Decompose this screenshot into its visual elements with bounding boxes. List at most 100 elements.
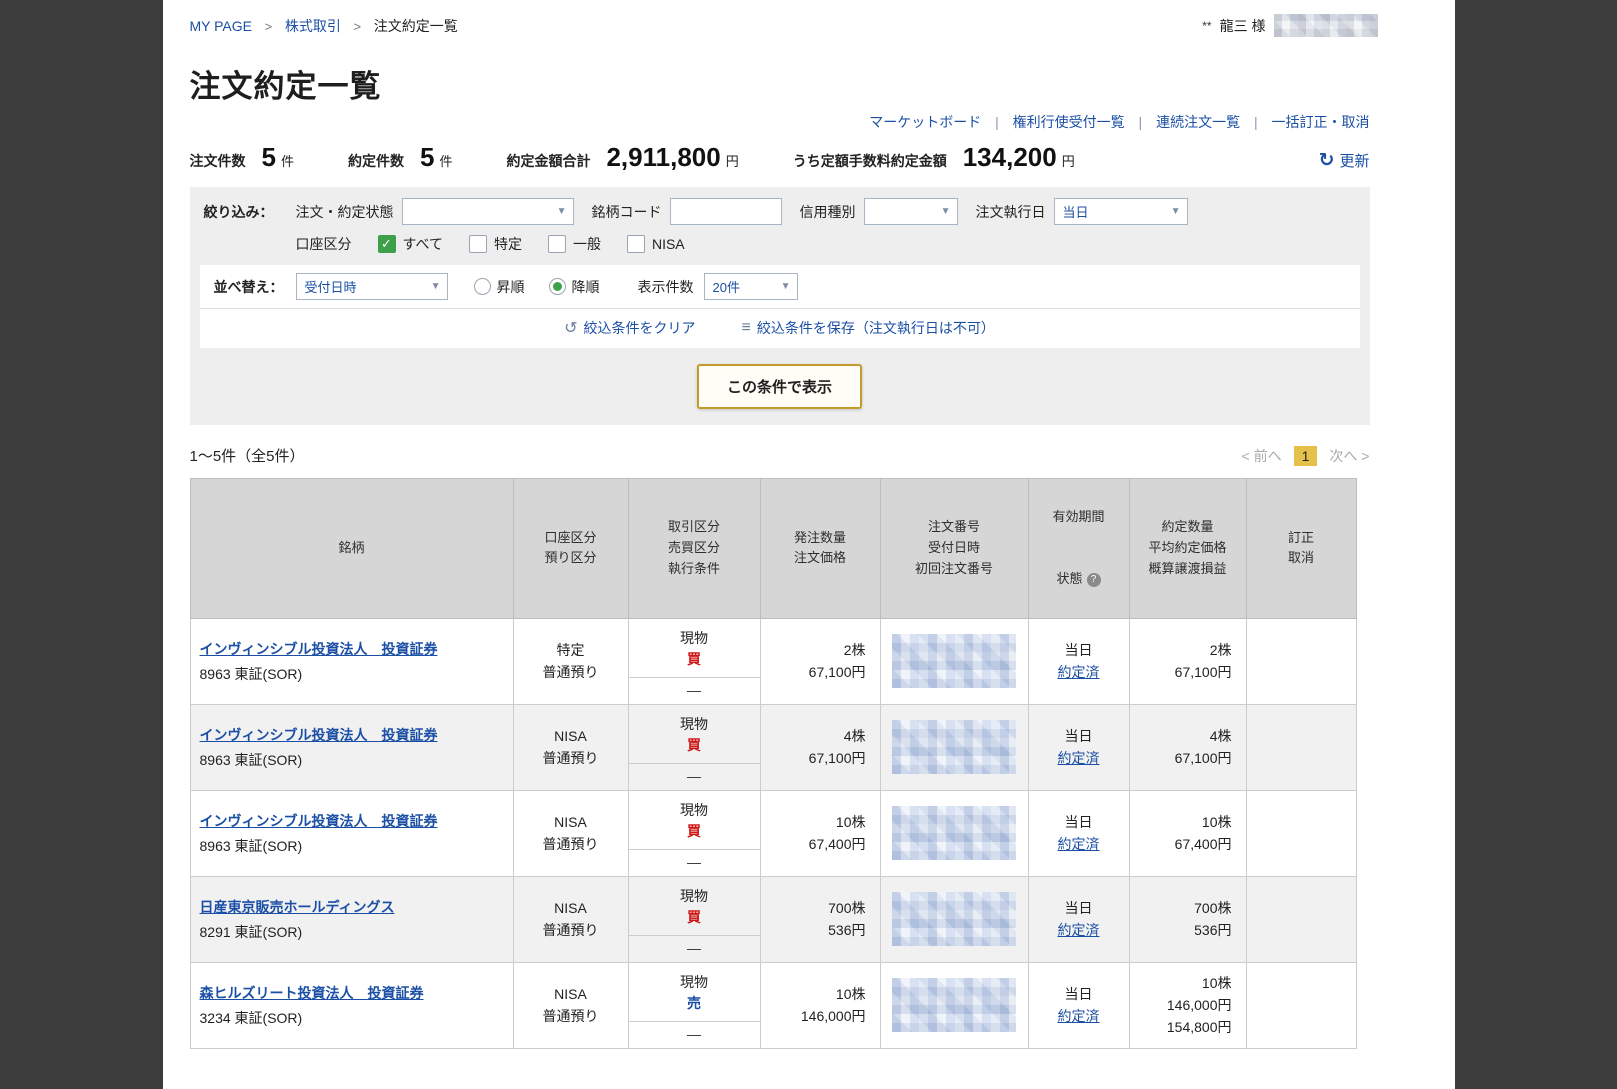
show-results-button[interactable]: この条件で表示 xyxy=(696,364,862,409)
exec-price: 67,100円 xyxy=(1174,664,1232,681)
exec-condition: ― xyxy=(628,676,760,704)
status-link[interactable]: 約定済 xyxy=(1058,664,1100,680)
stock-code-group: 銘柄コード xyxy=(592,198,782,225)
stock-code: 8963 東証(SOR) xyxy=(199,837,303,854)
current-page[interactable]: 1 xyxy=(1293,445,1318,466)
checkbox-all[interactable]: ✓ すべて xyxy=(377,234,443,254)
page-size-select[interactable]: 20件 ▼ xyxy=(703,273,798,300)
save-filter-link[interactable]: ≡ 絞込条件を保存（注文執行日は不可） xyxy=(742,318,995,338)
clear-filter-link[interactable]: ↺ 絞込条件をクリア xyxy=(564,318,695,338)
user-info: ** 龍三 様 xyxy=(1202,14,1378,37)
radio-descending[interactable]: 降順 xyxy=(548,277,600,297)
breadcrumb-separator: > xyxy=(353,18,362,34)
order-number-redacted xyxy=(892,806,1016,861)
stat-unit: 件 xyxy=(280,154,294,169)
checkbox-tokutei[interactable]: 特定 xyxy=(468,234,522,254)
stock-name-link[interactable]: インヴィンシブル投資法人 投資証券 xyxy=(200,727,438,743)
nav-separator: | xyxy=(1138,114,1143,130)
status-link[interactable]: 約定済 xyxy=(1058,836,1100,852)
exec-condition: ― xyxy=(628,1020,760,1048)
order-price: 536円 xyxy=(828,922,866,939)
order-number-redacted xyxy=(892,978,1016,1033)
trade-type: 現物 xyxy=(680,629,708,646)
help-icon[interactable]: ? xyxy=(1086,573,1101,588)
checkbox-ippan[interactable]: 一般 xyxy=(547,234,601,254)
breadcrumb-mypage[interactable]: MY PAGE xyxy=(190,18,253,34)
modify-cancel-cell xyxy=(1245,875,1357,963)
order-qty: 700株 xyxy=(828,899,866,916)
trade-type: 現物 xyxy=(680,715,708,732)
sort-row: 並べ替え： 受付日時 ▼ 昇順 降順 表示件数 20件 ▼ xyxy=(199,265,1360,309)
status-link[interactable]: 約定済 xyxy=(1058,922,1100,938)
chevron-down-icon: ▼ xyxy=(556,206,567,217)
order-number-redacted xyxy=(892,892,1016,947)
checkbox-checked-icon: ✓ xyxy=(377,235,396,253)
col-validity-line2: 状態 xyxy=(1056,571,1083,587)
stat-label: 約定金額合計 xyxy=(506,153,591,169)
nav-link-bulk-cancel[interactable]: 一括訂正・取消 xyxy=(1272,114,1370,130)
chevron-down-icon: ▼ xyxy=(780,281,791,292)
stats-row: 注文件数 5 件 約定件数 5 件 約定金額合計 2,911,800 円 うち定… xyxy=(190,142,1370,173)
account-type: NISA xyxy=(554,727,587,744)
col-order-number: 注文番号 受付日時 初回注文番号 xyxy=(879,478,1029,619)
modify-cancel-cell xyxy=(1245,617,1357,705)
checkbox-tokutei-label: 特定 xyxy=(493,236,522,252)
sort-key-select[interactable]: 受付日時 ▼ xyxy=(295,273,448,300)
stock-name-link[interactable]: インヴィンシブル投資法人 投資証券 xyxy=(200,813,438,829)
submit-row: この条件で表示 xyxy=(200,348,1360,409)
stock-name-link[interactable]: 森ヒルズリート投資法人 投資証券 xyxy=(200,985,424,1001)
nav-link-rights-exercise[interactable]: 権利行使受付一覧 xyxy=(1013,114,1125,130)
table-row: インヴィンシブル投資法人 投資証券 8963 東証(SOR) 特定 普通預り 現… xyxy=(189,617,1357,705)
refresh-link[interactable]: ↻ 更新 xyxy=(1319,149,1370,172)
nav-link-continuous-orders[interactable]: 連続注文一覧 xyxy=(1156,114,1240,130)
trade-type: 現物 xyxy=(680,887,708,904)
order-state-select[interactable]: ▼ xyxy=(401,198,574,225)
account-type: NISA xyxy=(554,813,587,830)
stock-code: 8291 東証(SOR) xyxy=(199,923,303,940)
exec-price: 67,100円 xyxy=(1174,750,1232,767)
col-exec: 約定数量 平均約定価格 概算譲渡損益 xyxy=(1128,478,1247,619)
validity: 当日 xyxy=(1064,641,1093,658)
checkbox-nisa[interactable]: NISA xyxy=(626,235,685,253)
stock-name-link[interactable]: 日産東京販売ホールディングス xyxy=(200,899,395,915)
breadcrumb-stock-trading[interactable]: 株式取引 xyxy=(285,18,341,34)
checkbox-nisa-label: NISA xyxy=(651,236,685,252)
radio-ascending[interactable]: 昇順 xyxy=(473,277,525,297)
exec-qty: 4株 xyxy=(1209,727,1232,744)
status-link[interactable]: 約定済 xyxy=(1058,750,1100,766)
nav-separator: | xyxy=(1253,114,1258,130)
validity: 当日 xyxy=(1064,727,1093,744)
radio-unselected-icon xyxy=(473,278,491,295)
desc-label: 降順 xyxy=(571,278,600,295)
exec-condition: ― xyxy=(628,848,760,876)
status-link[interactable]: 約定済 xyxy=(1058,1008,1100,1024)
trade-side: 売 xyxy=(687,994,701,1011)
checkbox-unchecked-icon xyxy=(547,235,566,253)
stock-code-input[interactable] xyxy=(669,198,782,225)
page-title: 注文約定一覧 xyxy=(189,69,382,104)
stat-label: うち定額手数料約定金額 xyxy=(792,153,947,169)
trade-side: 買 xyxy=(687,650,701,667)
save-filter-label: 絞込条件を保存（注文執行日は不可） xyxy=(756,320,995,336)
pager: < 前へ 1 次へ > xyxy=(1242,445,1370,466)
breadcrumb-separator: > xyxy=(264,18,273,34)
order-price: 146,000円 xyxy=(800,1008,866,1025)
breadcrumb-current: 注文約定一覧 xyxy=(373,17,458,34)
exec-condition: ― xyxy=(628,934,760,962)
margin-type-group: 信用種別 ▼ xyxy=(800,198,958,225)
exec-qty: 10株 xyxy=(1201,813,1232,830)
stock-code: 8963 東証(SOR) xyxy=(199,665,303,682)
trade-type: 現物 xyxy=(680,801,708,818)
result-range: 1〜5件（全5件） xyxy=(189,448,305,465)
margin-type-select[interactable]: ▼ xyxy=(863,198,958,225)
col-qty-price: 発注数量 注文価格 xyxy=(759,478,881,619)
account-type: NISA xyxy=(554,899,587,916)
prev-page-link[interactable]: < 前へ xyxy=(1242,446,1282,466)
next-page-link[interactable]: 次へ > xyxy=(1329,446,1369,466)
order-price: 67,100円 xyxy=(808,750,866,767)
deposit-type: 普通預り xyxy=(542,664,599,681)
user-id-redacted xyxy=(1273,14,1378,37)
stock-name-link[interactable]: インヴィンシブル投資法人 投資証券 xyxy=(200,641,438,657)
nav-link-market-board[interactable]: マーケットボード xyxy=(869,114,981,130)
exec-date-select[interactable]: 当日 ▼ xyxy=(1053,198,1188,225)
